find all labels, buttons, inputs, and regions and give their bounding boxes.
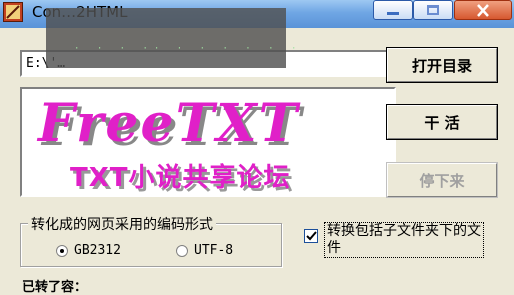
stop-button[interactable]: 停下来	[386, 162, 498, 198]
radio-indicator[interactable]	[56, 244, 68, 257]
maximize-icon	[427, 5, 439, 15]
radio-gb2312-label: GB2312	[74, 243, 121, 258]
open-directory-button[interactable]: 打开目录	[386, 47, 498, 83]
run-label: 干 活	[424, 113, 460, 132]
maximize-button[interactable]	[413, 0, 453, 20]
app-icon	[3, 2, 23, 22]
encoding-group-legend: 转化成的网页采用的编码形式	[28, 214, 216, 234]
close-icon	[477, 4, 489, 17]
radio-indicator[interactable]	[176, 244, 188, 257]
radio-gb2312[interactable]: GB2312	[56, 243, 121, 258]
open-directory-label: 打开目录	[411, 56, 472, 75]
checkmark-icon	[306, 231, 317, 241]
radio-utf8-label: UTF-8	[194, 243, 234, 258]
freetxt-logo: FreeTXT	[38, 93, 300, 154]
include-subfolders-checkbox[interactable]	[304, 229, 318, 243]
redaction-noise: · · · ·· · · · · · ·	[74, 44, 303, 54]
logo-banner: FreeTXT TXT小说共享论坛	[20, 87, 396, 197]
run-button[interactable]: 干 活	[386, 104, 498, 140]
radio-utf8[interactable]: UTF-8	[176, 243, 233, 258]
status-label-partial: 已转了容：	[22, 280, 88, 295]
stop-label: 停下来	[419, 171, 465, 190]
minimize-icon	[387, 12, 399, 15]
main-window: Con…2HTML · · · ·· · · · · · · FreeTXT T…	[0, 0, 514, 295]
close-button[interactable]	[454, 0, 512, 20]
redaction-overlay	[46, 8, 286, 68]
include-subfolders-label[interactable]: 转换包括子文件夹下的文件	[324, 222, 484, 258]
logo-subtitle: TXT小说共享论坛	[70, 163, 291, 193]
minimize-button[interactable]	[373, 0, 413, 20]
